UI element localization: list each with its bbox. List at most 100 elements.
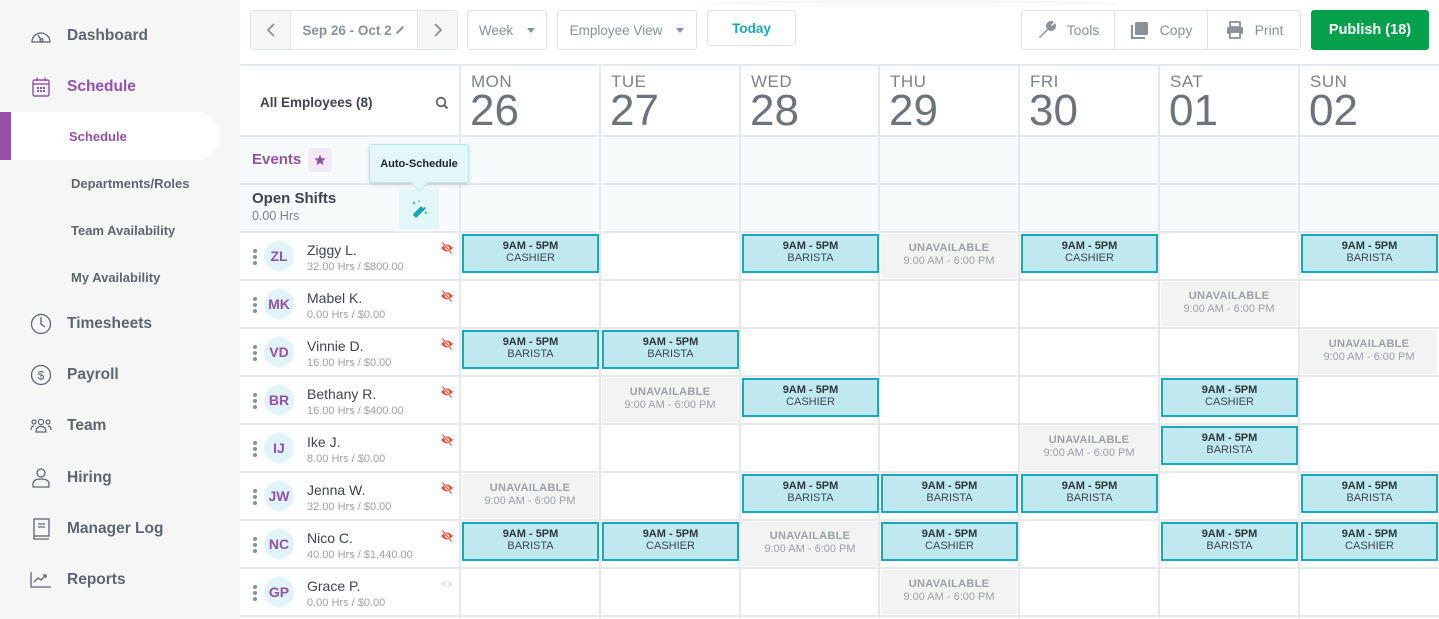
shift-block[interactable]: 9AM - 5PM BARISTA — [462, 330, 599, 369]
sidebar-item-team[interactable]: Team — [0, 406, 240, 446]
event-cell[interactable] — [601, 136, 739, 182]
drag-handle-icon[interactable] — [253, 249, 257, 267]
sidebar-item-hiring[interactable]: Hiring — [0, 458, 240, 498]
employee-filter-label[interactable]: All Employees (8) — [260, 95, 373, 110]
unavailable-block[interactable]: UNAVAILABLE 9:00 AM - 6:00 PM — [1021, 426, 1157, 470]
empty-shift-cell[interactable] — [741, 328, 879, 374]
event-cell[interactable] — [461, 136, 599, 182]
today-button[interactable]: Today — [707, 10, 796, 46]
sidebar-subitem-schedule[interactable]: Schedule — [0, 112, 220, 160]
shift-block[interactable]: 9AM - 5PM BARISTA — [742, 474, 879, 513]
sidebar-item-manager-log[interactable]: Manager Log — [0, 509, 240, 549]
empty-shift-cell[interactable] — [601, 280, 739, 326]
sidebar-subitem-departments-roles[interactable]: Departments/Roles — [0, 163, 240, 203]
unavailable-block[interactable]: UNAVAILABLE 9:00 AM - 6:00 PM — [462, 474, 598, 518]
sidebar-item-payroll[interactable]: $ Payroll — [0, 355, 240, 395]
shift-block[interactable]: 9AM - 5PM BARISTA — [602, 330, 739, 369]
empty-shift-cell[interactable] — [601, 424, 739, 470]
empty-shift-cell[interactable] — [601, 232, 739, 278]
empty-shift-cell[interactable] — [601, 472, 739, 518]
empty-shift-cell[interactable] — [880, 424, 1018, 470]
eye-icon[interactable] — [440, 577, 454, 596]
day-header-fri[interactable]: FRI 30 — [1019, 66, 1159, 136]
employee-name[interactable]: Ike J. — [307, 434, 340, 450]
drag-handle-icon[interactable] — [253, 345, 257, 363]
empty-shift-cell[interactable] — [1020, 280, 1158, 326]
eye-slash-icon[interactable] — [440, 337, 454, 356]
sidebar-item-reports[interactable]: Reports — [0, 560, 240, 600]
shift-block[interactable]: 9AM - 5PM CASHIER — [462, 234, 599, 273]
day-header-thu[interactable]: THU 29 — [879, 66, 1019, 136]
event-cell[interactable] — [1160, 136, 1298, 182]
empty-shift-cell[interactable] — [1160, 472, 1298, 518]
empty-shift-cell[interactable] — [1020, 520, 1158, 566]
sidebar-item-schedule[interactable]: Schedule — [0, 67, 240, 107]
day-header-tue[interactable]: TUE 27 — [600, 66, 740, 136]
empty-shift-cell[interactable] — [601, 568, 739, 614]
shift-block[interactable]: 9AM - 5PM CASHIER — [742, 378, 879, 417]
sidebar-subitem-team-availability[interactable]: Team Availability — [0, 210, 240, 250]
shift-block[interactable]: 9AM - 5PM CASHIER — [602, 522, 739, 561]
employee-name[interactable]: Nico C. — [307, 530, 353, 546]
employee-name[interactable]: Mabel K. — [307, 290, 362, 306]
empty-shift-cell[interactable] — [461, 568, 599, 614]
employee-name[interactable]: Vinnie D. — [307, 338, 364, 354]
eye-slash-icon[interactable] — [440, 529, 454, 548]
auto-schedule-button[interactable] — [399, 189, 439, 229]
shift-block[interactable]: 9AM - 5PM CASHIER — [1301, 522, 1438, 561]
tools-button[interactable]: Tools — [1022, 11, 1114, 49]
eye-slash-icon[interactable] — [440, 385, 454, 404]
unavailable-block[interactable]: UNAVAILABLE 9:00 AM - 6:00 PM — [1301, 330, 1437, 374]
event-cell[interactable] — [741, 136, 879, 182]
sidebar-item-dashboard[interactable]: Dashboard — [0, 16, 240, 56]
drag-handle-icon[interactable] — [253, 297, 257, 315]
shift-block[interactable]: 9AM - 5PM CASHIER — [1021, 234, 1158, 273]
unavailable-block[interactable]: UNAVAILABLE 9:00 AM - 6:00 PM — [881, 570, 1017, 614]
open-shift-cell[interactable] — [1160, 184, 1298, 230]
empty-shift-cell[interactable] — [1160, 232, 1298, 278]
shift-block[interactable]: 9AM - 5PM CASHIER — [881, 522, 1018, 561]
shift-block[interactable]: 9AM - 5PM CASHIER — [1161, 378, 1298, 417]
add-event-button[interactable] — [308, 148, 332, 172]
shift-block[interactable]: 9AM - 5PM BARISTA — [1161, 522, 1298, 561]
drag-handle-icon[interactable] — [253, 489, 257, 507]
eye-slash-icon[interactable] — [440, 481, 454, 500]
empty-shift-cell[interactable] — [1300, 568, 1438, 614]
unavailable-block[interactable]: UNAVAILABLE 9:00 AM - 6:00 PM — [602, 378, 738, 422]
eye-slash-icon[interactable] — [440, 289, 454, 308]
drag-handle-icon[interactable] — [253, 585, 257, 603]
employee-name[interactable]: Grace P. — [307, 578, 360, 594]
empty-shift-cell[interactable] — [1160, 568, 1298, 614]
day-header-sat[interactable]: SAT 01 — [1159, 66, 1299, 136]
empty-shift-cell[interactable] — [880, 280, 1018, 326]
period-select[interactable]: Week — [467, 10, 547, 50]
shift-block[interactable]: 9AM - 5PM BARISTA — [742, 234, 879, 273]
empty-shift-cell[interactable] — [461, 376, 599, 422]
drag-handle-icon[interactable] — [253, 537, 257, 555]
unavailable-block[interactable]: UNAVAILABLE 9:00 AM - 6:00 PM — [742, 522, 878, 566]
empty-shift-cell[interactable] — [461, 424, 599, 470]
shift-block[interactable]: 9AM - 5PM BARISTA — [462, 522, 599, 561]
drag-handle-icon[interactable] — [253, 393, 257, 411]
empty-shift-cell[interactable] — [1160, 328, 1298, 374]
employee-name[interactable]: Ziggy L. — [307, 242, 357, 258]
date-range-picker[interactable]: Sep 26 - Oct 2 — [290, 11, 418, 49]
shift-block[interactable]: 9AM - 5PM BARISTA — [881, 474, 1018, 513]
employee-name[interactable]: Bethany R. — [307, 386, 376, 402]
sidebar-item-timesheets[interactable]: Timesheets — [0, 304, 240, 344]
open-shift-cell[interactable] — [1300, 184, 1438, 230]
shift-block[interactable]: 9AM - 5PM BARISTA — [1301, 474, 1438, 513]
unavailable-block[interactable]: UNAVAILABLE 9:00 AM - 6:00 PM — [881, 234, 1017, 278]
open-shift-cell[interactable] — [1020, 184, 1158, 230]
eye-slash-icon[interactable] — [440, 433, 454, 452]
unavailable-block[interactable]: UNAVAILABLE 9:00 AM - 6:00 PM — [1161, 282, 1297, 326]
open-shift-cell[interactable] — [601, 184, 739, 230]
next-week-button[interactable] — [418, 11, 457, 49]
view-select[interactable]: Employee View — [557, 10, 697, 50]
empty-shift-cell[interactable] — [1020, 568, 1158, 614]
event-cell[interactable] — [880, 136, 1018, 182]
open-shift-cell[interactable] — [461, 184, 599, 230]
day-header-sun[interactable]: SUN 02 — [1299, 66, 1439, 136]
sidebar-subitem-my-availability[interactable]: My Availability — [0, 257, 240, 297]
empty-shift-cell[interactable] — [1020, 376, 1158, 422]
